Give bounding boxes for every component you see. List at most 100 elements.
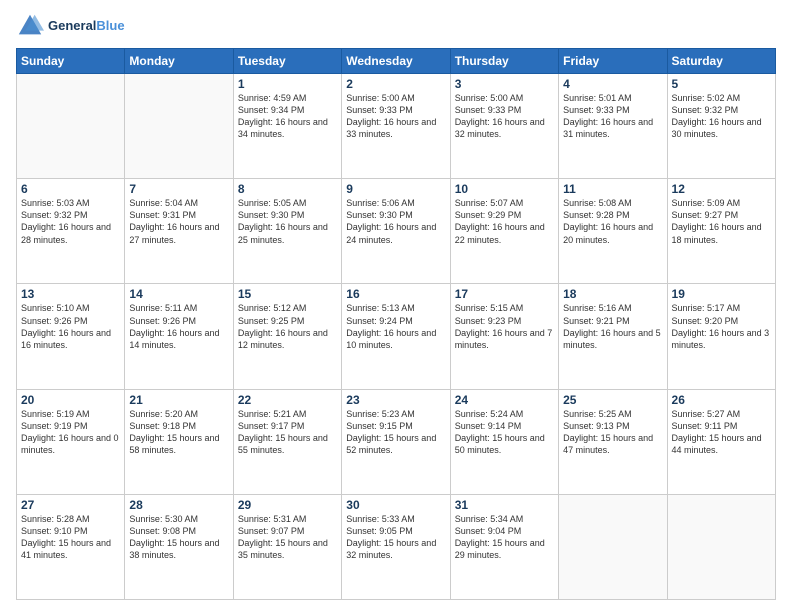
day-number: 26 (672, 393, 771, 407)
weekday-header-saturday: Saturday (667, 49, 775, 74)
day-info: Sunrise: 5:15 AMSunset: 9:23 PMDaylight:… (455, 302, 554, 351)
day-cell: 5Sunrise: 5:02 AMSunset: 9:32 PMDaylight… (667, 74, 775, 179)
day-info: Sunrise: 5:30 AMSunset: 9:08 PMDaylight:… (129, 513, 228, 562)
week-row-2: 6Sunrise: 5:03 AMSunset: 9:32 PMDaylight… (17, 179, 776, 284)
day-info: Sunrise: 5:07 AMSunset: 9:29 PMDaylight:… (455, 197, 554, 246)
day-cell: 23Sunrise: 5:23 AMSunset: 9:15 PMDayligh… (342, 389, 450, 494)
day-info: Sunrise: 5:11 AMSunset: 9:26 PMDaylight:… (129, 302, 228, 351)
day-info: Sunrise: 5:01 AMSunset: 9:33 PMDaylight:… (563, 92, 662, 141)
day-info: Sunrise: 5:19 AMSunset: 9:19 PMDaylight:… (21, 408, 120, 457)
day-cell: 25Sunrise: 5:25 AMSunset: 9:13 PMDayligh… (559, 389, 667, 494)
weekday-header-friday: Friday (559, 49, 667, 74)
logo-text: GeneralBlue (48, 18, 125, 34)
day-number: 23 (346, 393, 445, 407)
day-number: 21 (129, 393, 228, 407)
page: GeneralBlue SundayMondayTuesdayWednesday… (0, 0, 792, 612)
day-cell (17, 74, 125, 179)
day-cell: 11Sunrise: 5:08 AMSunset: 9:28 PMDayligh… (559, 179, 667, 284)
day-number: 3 (455, 77, 554, 91)
day-number: 30 (346, 498, 445, 512)
day-number: 11 (563, 182, 662, 196)
weekday-header-thursday: Thursday (450, 49, 558, 74)
day-cell: 7Sunrise: 5:04 AMSunset: 9:31 PMDaylight… (125, 179, 233, 284)
weekday-header-row: SundayMondayTuesdayWednesdayThursdayFrid… (17, 49, 776, 74)
day-cell: 17Sunrise: 5:15 AMSunset: 9:23 PMDayligh… (450, 284, 558, 389)
day-info: Sunrise: 4:59 AMSunset: 9:34 PMDaylight:… (238, 92, 337, 141)
day-cell: 12Sunrise: 5:09 AMSunset: 9:27 PMDayligh… (667, 179, 775, 284)
day-cell: 29Sunrise: 5:31 AMSunset: 9:07 PMDayligh… (233, 494, 341, 599)
day-cell: 24Sunrise: 5:24 AMSunset: 9:14 PMDayligh… (450, 389, 558, 494)
day-cell: 3Sunrise: 5:00 AMSunset: 9:33 PMDaylight… (450, 74, 558, 179)
day-cell: 31Sunrise: 5:34 AMSunset: 9:04 PMDayligh… (450, 494, 558, 599)
day-cell: 14Sunrise: 5:11 AMSunset: 9:26 PMDayligh… (125, 284, 233, 389)
day-cell: 2Sunrise: 5:00 AMSunset: 9:33 PMDaylight… (342, 74, 450, 179)
day-number: 16 (346, 287, 445, 301)
calendar-table: SundayMondayTuesdayWednesdayThursdayFrid… (16, 48, 776, 600)
day-cell: 28Sunrise: 5:30 AMSunset: 9:08 PMDayligh… (125, 494, 233, 599)
day-number: 29 (238, 498, 337, 512)
week-row-4: 20Sunrise: 5:19 AMSunset: 9:19 PMDayligh… (17, 389, 776, 494)
weekday-header-monday: Monday (125, 49, 233, 74)
day-number: 13 (21, 287, 120, 301)
logo-icon (16, 12, 44, 40)
day-info: Sunrise: 5:13 AMSunset: 9:24 PMDaylight:… (346, 302, 445, 351)
weekday-header-wednesday: Wednesday (342, 49, 450, 74)
day-cell: 8Sunrise: 5:05 AMSunset: 9:30 PMDaylight… (233, 179, 341, 284)
day-cell (125, 74, 233, 179)
day-number: 24 (455, 393, 554, 407)
day-cell (559, 494, 667, 599)
day-number: 10 (455, 182, 554, 196)
day-number: 15 (238, 287, 337, 301)
day-number: 4 (563, 77, 662, 91)
day-cell: 19Sunrise: 5:17 AMSunset: 9:20 PMDayligh… (667, 284, 775, 389)
day-number: 18 (563, 287, 662, 301)
day-cell: 22Sunrise: 5:21 AMSunset: 9:17 PMDayligh… (233, 389, 341, 494)
day-number: 22 (238, 393, 337, 407)
header: GeneralBlue (16, 12, 776, 40)
day-info: Sunrise: 5:02 AMSunset: 9:32 PMDaylight:… (672, 92, 771, 141)
day-number: 20 (21, 393, 120, 407)
logo: GeneralBlue (16, 12, 125, 40)
day-cell: 4Sunrise: 5:01 AMSunset: 9:33 PMDaylight… (559, 74, 667, 179)
day-info: Sunrise: 5:24 AMSunset: 9:14 PMDaylight:… (455, 408, 554, 457)
day-info: Sunrise: 5:10 AMSunset: 9:26 PMDaylight:… (21, 302, 120, 351)
day-info: Sunrise: 5:00 AMSunset: 9:33 PMDaylight:… (455, 92, 554, 141)
day-info: Sunrise: 5:00 AMSunset: 9:33 PMDaylight:… (346, 92, 445, 141)
day-cell: 20Sunrise: 5:19 AMSunset: 9:19 PMDayligh… (17, 389, 125, 494)
day-number: 27 (21, 498, 120, 512)
day-number: 12 (672, 182, 771, 196)
day-cell: 26Sunrise: 5:27 AMSunset: 9:11 PMDayligh… (667, 389, 775, 494)
day-cell: 30Sunrise: 5:33 AMSunset: 9:05 PMDayligh… (342, 494, 450, 599)
day-info: Sunrise: 5:25 AMSunset: 9:13 PMDaylight:… (563, 408, 662, 457)
day-info: Sunrise: 5:03 AMSunset: 9:32 PMDaylight:… (21, 197, 120, 246)
day-number: 6 (21, 182, 120, 196)
day-info: Sunrise: 5:09 AMSunset: 9:27 PMDaylight:… (672, 197, 771, 246)
weekday-header-tuesday: Tuesday (233, 49, 341, 74)
day-number: 5 (672, 77, 771, 91)
day-cell: 15Sunrise: 5:12 AMSunset: 9:25 PMDayligh… (233, 284, 341, 389)
day-number: 7 (129, 182, 228, 196)
day-number: 14 (129, 287, 228, 301)
day-cell: 16Sunrise: 5:13 AMSunset: 9:24 PMDayligh… (342, 284, 450, 389)
day-info: Sunrise: 5:33 AMSunset: 9:05 PMDaylight:… (346, 513, 445, 562)
day-number: 31 (455, 498, 554, 512)
day-cell: 27Sunrise: 5:28 AMSunset: 9:10 PMDayligh… (17, 494, 125, 599)
day-number: 8 (238, 182, 337, 196)
day-number: 1 (238, 77, 337, 91)
day-info: Sunrise: 5:06 AMSunset: 9:30 PMDaylight:… (346, 197, 445, 246)
day-info: Sunrise: 5:17 AMSunset: 9:20 PMDaylight:… (672, 302, 771, 351)
day-cell: 21Sunrise: 5:20 AMSunset: 9:18 PMDayligh… (125, 389, 233, 494)
day-info: Sunrise: 5:31 AMSunset: 9:07 PMDaylight:… (238, 513, 337, 562)
week-row-3: 13Sunrise: 5:10 AMSunset: 9:26 PMDayligh… (17, 284, 776, 389)
day-info: Sunrise: 5:21 AMSunset: 9:17 PMDaylight:… (238, 408, 337, 457)
day-number: 17 (455, 287, 554, 301)
week-row-1: 1Sunrise: 4:59 AMSunset: 9:34 PMDaylight… (17, 74, 776, 179)
day-number: 19 (672, 287, 771, 301)
day-info: Sunrise: 5:12 AMSunset: 9:25 PMDaylight:… (238, 302, 337, 351)
day-cell: 10Sunrise: 5:07 AMSunset: 9:29 PMDayligh… (450, 179, 558, 284)
day-number: 9 (346, 182, 445, 196)
day-info: Sunrise: 5:16 AMSunset: 9:21 PMDaylight:… (563, 302, 662, 351)
week-row-5: 27Sunrise: 5:28 AMSunset: 9:10 PMDayligh… (17, 494, 776, 599)
day-info: Sunrise: 5:04 AMSunset: 9:31 PMDaylight:… (129, 197, 228, 246)
day-cell: 1Sunrise: 4:59 AMSunset: 9:34 PMDaylight… (233, 74, 341, 179)
